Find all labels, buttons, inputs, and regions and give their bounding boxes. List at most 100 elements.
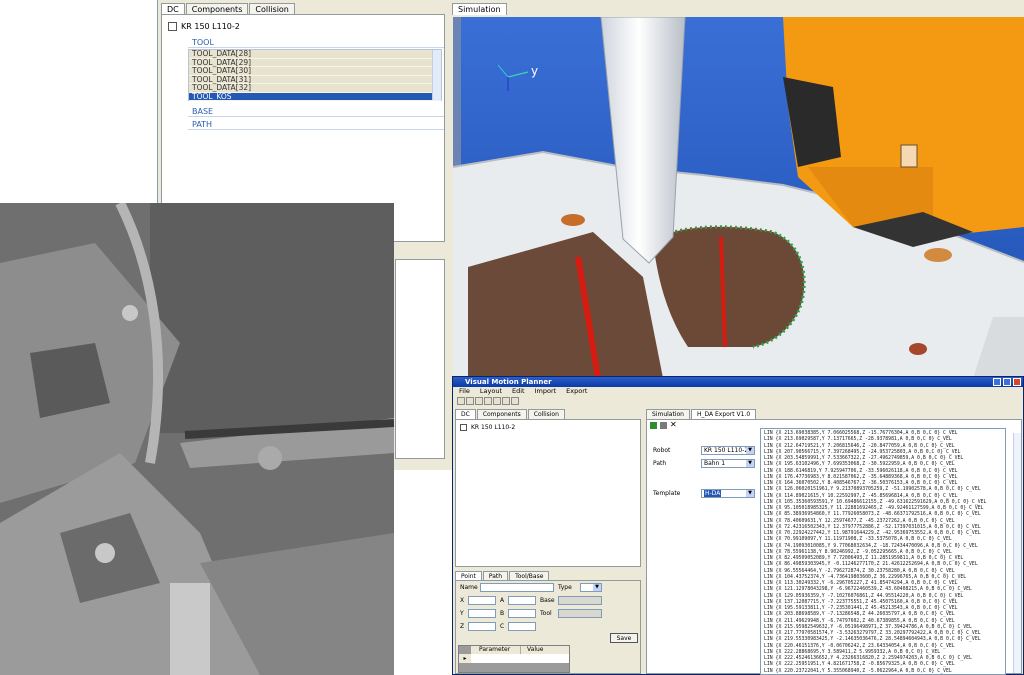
x-label: X [460, 597, 465, 604]
chevron-down-icon: ▼ [746, 490, 754, 497]
vmp-tab-simulation[interactable]: Simulation [646, 409, 690, 419]
edit-icon[interactable] [660, 422, 667, 429]
type-label: Type [558, 584, 572, 591]
b-field[interactable] [508, 609, 536, 618]
menu-layout[interactable]: Layout [480, 387, 502, 396]
tool-list: TOOL_DATA[28] TOOL_DATA[29] TOOL_DATA[30… [188, 49, 442, 101]
robot-dropdown-value: KR 150 L110-2 [704, 447, 749, 454]
vmp-robot-row: KR 150 L110-2 [460, 424, 515, 431]
vmp-robot-checkbox[interactable] [460, 424, 467, 431]
hole-marker [924, 248, 952, 262]
a-label: A [500, 597, 505, 604]
menu-export[interactable]: Export [566, 387, 587, 396]
template-dropdown[interactable]: H-DA ▼ [701, 489, 755, 498]
simulation-scene: y [453, 17, 1024, 378]
chevron-down-icon: ▼ [746, 447, 754, 454]
code-line: LIN {X 121.12978043298,Y -6.96722460539,… [764, 587, 972, 593]
type-dropdown[interactable]: ▼ [580, 583, 602, 592]
list-item-selected[interactable]: TOOL_KOS [189, 92, 441, 101]
menu-edit[interactable]: Edit [512, 387, 525, 396]
tool-field[interactable] [558, 609, 602, 618]
vmp-tab-collision[interactable]: Collision [527, 409, 565, 419]
z-field[interactable] [468, 622, 496, 631]
name-field[interactable] [480, 583, 554, 592]
pause-icon[interactable] [484, 397, 492, 405]
c-field[interactable] [508, 622, 536, 631]
vmp-tab-dc[interactable]: DC [455, 409, 476, 419]
parameter-grid: Parameter Value ▸ [458, 645, 570, 673]
b-label: B [500, 610, 505, 617]
base-label: Base [540, 597, 555, 604]
robot-label: KR 150 L110-2 [181, 22, 240, 31]
group-base[interactable]: BASE [188, 106, 444, 117]
code-line: LIN {X 86.49859303945,Y -0.11246277170,Z… [764, 562, 978, 568]
chevron-down-icon: ▼ [593, 584, 601, 591]
group-tool[interactable]: TOOL [188, 37, 444, 48]
x-field[interactable] [468, 596, 496, 605]
code-scrollbar[interactable] [1013, 433, 1021, 673]
vmp-tab-hda-export[interactable]: H_DA Export V1.0 [690, 409, 757, 419]
simulation-viewport[interactable]: y [453, 17, 1024, 378]
step-icon[interactable] [502, 397, 510, 405]
param-row[interactable] [471, 654, 569, 663]
code-line: LIN {X 126.06020151961,Y 9.2137089370525… [764, 487, 981, 493]
close-icon[interactable] [1013, 378, 1021, 386]
vmp-left-tabs: DC Components Collision [455, 409, 565, 419]
code-line: LIN {X 219.55330983425,Y -2.14635036476,… [764, 637, 981, 643]
generated-code-output[interactable]: LIN {X 213.69038385,Y 7.066025568,Z -15.… [760, 428, 1006, 675]
maximize-icon[interactable] [1003, 378, 1011, 386]
vmp-dc-panel: KR 150 L110-2 [455, 419, 641, 567]
point-panel: Name Type ▼ X A Base Y B Tool Z C Save P… [455, 580, 641, 674]
menu-import[interactable]: Import [535, 387, 557, 396]
robot-label-icon [900, 144, 918, 168]
open-icon[interactable] [457, 397, 465, 405]
run-icon[interactable] [650, 422, 657, 429]
name-label: Name [460, 584, 478, 591]
vmp-right-tabs: Simulation H_DA Export V1.0 [646, 409, 757, 419]
base-field[interactable] [558, 596, 602, 605]
robot-checkbox[interactable] [168, 22, 177, 31]
menu-file[interactable]: File [459, 387, 470, 396]
save-icon[interactable] [466, 397, 474, 405]
chevron-down-icon: ▼ [746, 460, 754, 467]
loop-icon[interactable] [511, 397, 519, 405]
vmp-robot-label: KR 150 L110-2 [471, 424, 516, 431]
code-line: LIN {X 85.38936954860,Y 11.77926058073,Z… [764, 512, 981, 518]
param-row-marker[interactable]: ▸ [459, 654, 471, 663]
save-button[interactable]: Save [610, 633, 638, 643]
path-dropdown[interactable]: Bahn 1 ▼ [701, 459, 755, 468]
z-label: Z [460, 623, 465, 630]
param-header-value: Value [521, 646, 569, 654]
camera-photo-image [0, 203, 394, 675]
hole-marker [561, 214, 585, 226]
path-label: Path [653, 460, 667, 467]
a-field[interactable] [508, 596, 536, 605]
y-label: Y [460, 610, 464, 617]
path-dropdown-value: Bahn 1 [704, 460, 726, 467]
robot-row: KR 150 L110-2 [168, 22, 240, 31]
play-icon[interactable] [493, 397, 501, 405]
template-label: Template [653, 490, 681, 497]
tab-simulation[interactable]: Simulation [452, 3, 507, 15]
stop-icon[interactable] [475, 397, 483, 405]
group-path[interactable]: PATH [188, 119, 444, 130]
lower-left-panel [395, 259, 445, 459]
hole-marker [909, 343, 927, 355]
vmp-menu-bar: File Layout Edit Import Export [453, 387, 1023, 396]
vmp-title: Visual Motion Planner [465, 378, 552, 386]
robot-label: Robot [653, 447, 671, 454]
robot-dropdown[interactable]: KR 150 L110-2 ▼ [701, 446, 755, 455]
template-dropdown-value: H-DA [704, 490, 722, 497]
code-line: LIN {X 74.19093010085,Y 9.77068032634,Z … [764, 543, 978, 549]
c-label: C [500, 623, 505, 630]
right-tab-strip: Simulation [452, 3, 507, 15]
minimize-icon[interactable] [993, 378, 1001, 386]
tool-label: Tool [540, 610, 552, 617]
vmp-title-bar: Visual Motion Planner [453, 377, 1023, 387]
axis-y-label: y [531, 64, 538, 78]
delete-icon[interactable]: ✕ [670, 420, 677, 429]
vmp-tab-components[interactable]: Components [476, 409, 527, 419]
y-field[interactable] [468, 609, 496, 618]
camera-photo [0, 203, 394, 675]
tool-list-scrollbar[interactable] [432, 50, 441, 100]
